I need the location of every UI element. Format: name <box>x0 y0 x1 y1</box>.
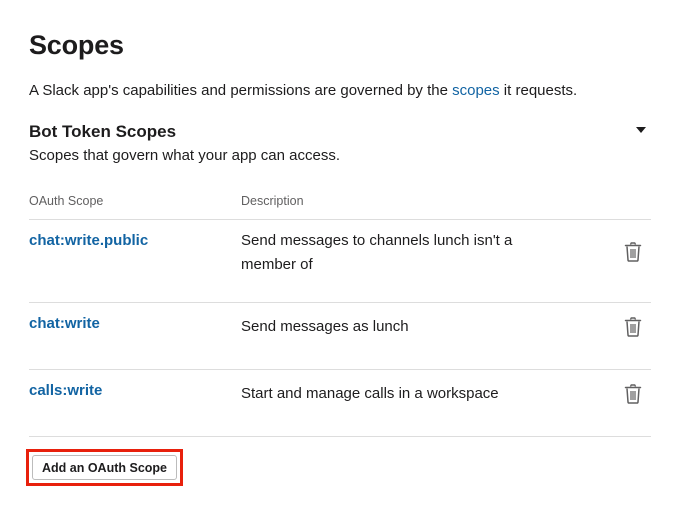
add-oauth-scope-button[interactable]: Add an OAuth Scope <box>32 455 177 480</box>
scope-link-chat-write[interactable]: chat:write <box>29 315 100 332</box>
page-title: Scopes <box>29 30 124 60</box>
trash-icon[interactable] <box>624 384 642 404</box>
trash-icon[interactable] <box>624 242 642 262</box>
column-header-oauth-scope: OAuth Scope <box>29 194 104 208</box>
intro-text-before: A Slack app's capabilities and permissio… <box>29 82 453 99</box>
caret-down-icon[interactable] <box>636 127 646 133</box>
scope-description: Send messages as lunch <box>241 318 409 335</box>
scope-description: Start and manage calls in a workspace <box>241 385 499 402</box>
table-divider <box>29 436 651 437</box>
intro-text: A Slack app's capabilities and permissio… <box>29 82 577 99</box>
table-divider <box>29 219 651 220</box>
scope-link-calls-write[interactable]: calls:write <box>29 382 102 399</box>
scope-link-chat-write-public[interactable]: chat:write.public <box>29 232 148 249</box>
section-title: Bot Token Scopes <box>29 122 177 141</box>
scope-description: Send messages to channels lunch isn't a … <box>241 232 513 273</box>
table-divider <box>29 302 651 303</box>
scopes-link[interactable]: scopes <box>452 82 500 99</box>
column-header-description: Description <box>241 194 304 208</box>
add-scope-highlight: Add an OAuth Scope <box>26 449 183 486</box>
table-divider <box>29 369 651 370</box>
trash-icon[interactable] <box>624 317 642 337</box>
intro-text-after: it requests. <box>499 82 578 99</box>
section-subtitle: Scopes that govern what your app can acc… <box>29 147 341 164</box>
